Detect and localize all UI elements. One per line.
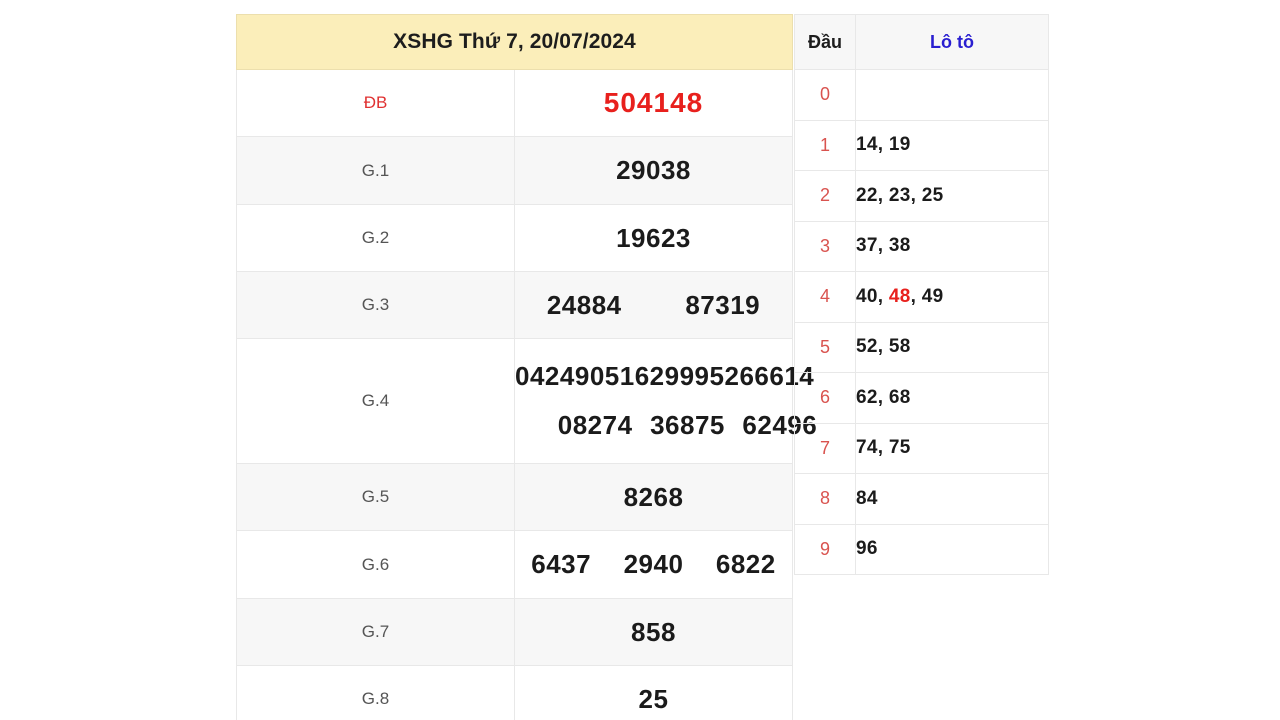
prize-label-g2: G.2: [236, 204, 515, 272]
loto-values-4: 40, 48, 49: [855, 271, 1049, 323]
table-row: G.3 24884 87319: [236, 271, 793, 339]
prize-label-g4: G.4: [236, 338, 515, 464]
loto-header-loto: Lô tô: [855, 14, 1049, 70]
loto-dau-5: 5: [794, 321, 856, 373]
prize-label-g3: G.3: [236, 271, 515, 339]
prize-number: 2940: [623, 549, 684, 579]
loto-values-2: 22, 23, 25: [855, 170, 1049, 222]
table-row: ĐB 504148: [236, 69, 793, 137]
list-item: 0: [794, 69, 1049, 121]
prize-number: 87319: [685, 289, 761, 320]
loto-values-1: 14, 19: [855, 119, 1049, 171]
prize-number: 6822: [715, 549, 776, 579]
list-item: 3 37, 38: [794, 220, 1049, 272]
loto-values-0: [855, 69, 1049, 121]
list-item: 4 40, 48, 49: [794, 271, 1049, 323]
prize-values-g3: 24884 87319: [514, 271, 793, 339]
prize-number: 858: [631, 616, 676, 647]
loto-part: , 49: [910, 285, 944, 307]
prize-label-g1: G.1: [236, 136, 515, 205]
loto-values-9: 96: [855, 523, 1049, 575]
table-row: G.6 6437 2940 6822: [236, 530, 793, 599]
prize-number: 8268: [623, 481, 684, 512]
loto-values-6: 62, 68: [855, 372, 1049, 424]
prize-number: 24884: [546, 289, 622, 320]
loto-header-row: Đầu Lô tô: [794, 14, 1049, 70]
loto-part-highlight: 48: [888, 285, 911, 307]
list-item: 7 74, 75: [794, 422, 1049, 474]
loto-header-dau: Đầu: [794, 14, 856, 70]
loto-dau-7: 7: [794, 422, 856, 474]
prize-values-g2: 19623: [514, 204, 793, 272]
loto-dau-4: 4: [794, 271, 856, 323]
table-row: G.4 04249 05162 99952 66614 08274 36875 …: [236, 338, 817, 464]
prize-label-g8: G.8: [236, 665, 515, 720]
prize-values-g4: 04249 05162 99952 66614 08274 36875 6249…: [514, 338, 817, 464]
loto-dau-3: 3: [794, 220, 856, 272]
loto-values-5: 52, 58: [855, 321, 1049, 373]
table-row: G.5 8268: [236, 463, 793, 531]
result-table-header-row: XSHG Thứ 7, 20/07/2024: [236, 14, 793, 70]
prize-label-g6: G.6: [236, 530, 515, 599]
loto-dau-0: 0: [794, 69, 856, 121]
loto-table: Đầu Lô tô 0 1 14, 19 2 22, 23, 25 3 37, …: [794, 14, 1049, 575]
prize-number: 05162: [589, 361, 665, 391]
prize-number: 99952: [664, 361, 740, 391]
list-item: 2 22, 23, 25: [794, 170, 1049, 222]
prize-values-db: 504148: [514, 69, 793, 137]
loto-table-body: 0 1 14, 19 2 22, 23, 25 3 37, 38 4 40, 4…: [794, 69, 1049, 575]
prize-number: 04249: [515, 361, 590, 391]
prize-values-g1: 29038: [514, 136, 793, 205]
prize-label-g5: G.5: [236, 463, 515, 531]
prize-number: 25: [638, 683, 669, 714]
prize-values-g8: 25: [514, 665, 793, 720]
loto-dau-6: 6: [794, 372, 856, 424]
list-item: 8 84: [794, 473, 1049, 525]
loto-values-8: 84: [855, 473, 1049, 525]
table-row: G.8 25: [236, 665, 793, 720]
table-row: G.7 858: [236, 598, 793, 666]
list-item: 1 14, 19: [794, 119, 1049, 171]
loto-values-3: 37, 38: [855, 220, 1049, 272]
page-root: XSHG Thứ 7, 20/07/2024 ĐB 504148 G.1 290…: [0, 0, 1280, 720]
prize-number: 6437: [531, 549, 592, 579]
list-item: 9 96: [794, 523, 1049, 575]
prize-values-g6: 6437 2940 6822: [514, 530, 793, 599]
prize-number: 19623: [616, 222, 691, 253]
prize-label-db: ĐB: [236, 69, 515, 137]
result-table-title: XSHG Thứ 7, 20/07/2024: [236, 14, 793, 70]
lottery-result-table: XSHG Thứ 7, 20/07/2024 ĐB 504148 G.1 290…: [236, 14, 817, 720]
prize-label-g7: G.7: [236, 598, 515, 666]
loto-dau-2: 2: [794, 170, 856, 222]
list-item: 5 52, 58: [794, 321, 1049, 373]
table-row: G.1 29038: [236, 136, 793, 205]
list-item: 6 62, 68: [794, 372, 1049, 424]
loto-dau-8: 8: [794, 473, 856, 525]
prize-values-g7: 858: [514, 598, 793, 666]
loto-part: 40,: [856, 285, 889, 307]
prize-number: 08274: [557, 410, 633, 440]
prize-number: 36875: [650, 410, 725, 440]
loto-dau-9: 9: [794, 523, 856, 575]
prize-values-g5: 8268: [514, 463, 793, 531]
loto-dau-1: 1: [794, 119, 856, 171]
table-row: G.2 19623: [236, 204, 793, 272]
prize-number: 504148: [603, 87, 704, 118]
result-table-body: ĐB 504148 G.1 29038 G.2 19623 G.3 24884 …: [236, 69, 817, 720]
loto-values-7: 74, 75: [855, 422, 1049, 474]
prize-number: 29038: [616, 155, 691, 185]
